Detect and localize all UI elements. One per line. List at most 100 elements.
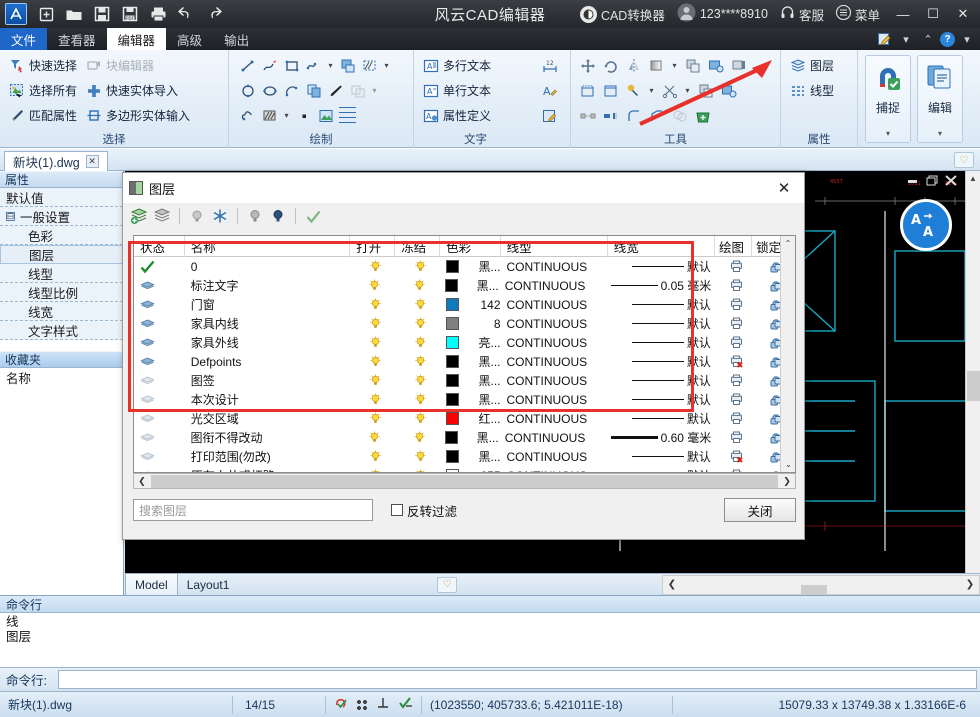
chevron-down-icon[interactable]: ▾ bbox=[896, 30, 916, 48]
search-layer-input[interactable]: 搜索图层 bbox=[133, 499, 373, 521]
cell-plot[interactable] bbox=[715, 333, 752, 352]
cell-linetype[interactable]: CONTINUOUS bbox=[501, 466, 608, 473]
cell-state[interactable] bbox=[134, 390, 185, 409]
account-button[interactable]: 123****8910 bbox=[673, 3, 772, 25]
save-icon[interactable] bbox=[89, 2, 115, 26]
cell-color[interactable]: 黑... bbox=[440, 352, 501, 371]
cell-state[interactable] bbox=[134, 409, 185, 428]
cell-on[interactable] bbox=[350, 390, 395, 409]
cell-state[interactable] bbox=[134, 428, 185, 447]
prop-item-lineweight[interactable]: 线宽 bbox=[0, 302, 123, 321]
layers-command[interactable]: 图层 bbox=[785, 54, 838, 78]
grid-icon[interactable] bbox=[356, 698, 368, 711]
command-input[interactable] bbox=[58, 670, 977, 689]
cell-linetype[interactable]: CONTINUOUS bbox=[501, 295, 608, 314]
cell-color[interactable]: 黑... bbox=[440, 257, 501, 276]
copy-icon[interactable] bbox=[684, 57, 701, 74]
table-row[interactable]: 本次设计 黑... CONTINUOUS 默认 bbox=[134, 390, 795, 409]
canvas-restore-icon[interactable] bbox=[925, 174, 939, 186]
cad-converter-button[interactable]: CAD转换器 bbox=[576, 5, 669, 24]
open-folder-icon[interactable] bbox=[61, 2, 87, 26]
linetype-command[interactable]: 线型 bbox=[785, 79, 838, 103]
point-icon[interactable] bbox=[327, 82, 344, 99]
cell-plot[interactable] bbox=[715, 352, 752, 371]
cell-state[interactable] bbox=[134, 295, 185, 314]
cell-state[interactable] bbox=[134, 276, 185, 295]
cell-linetype[interactable]: CONTINUOUS bbox=[501, 352, 608, 371]
align-icon[interactable] bbox=[730, 57, 747, 74]
cell-color[interactable]: 红... bbox=[440, 409, 501, 428]
gradient-icon[interactable] bbox=[648, 57, 665, 74]
ortho-icon[interactable] bbox=[376, 696, 390, 713]
layer-dialog-close-button[interactable]: ✕ bbox=[770, 177, 798, 199]
hatch-icon[interactable] bbox=[261, 107, 278, 124]
layout-favorite-icon[interactable]: ♡ bbox=[437, 576, 458, 593]
col-header-freeze[interactable]: 冻结 bbox=[395, 236, 441, 257]
rectangle-icon[interactable] bbox=[283, 57, 300, 74]
quick-entity-import-command[interactable]: 快速实体导入 bbox=[81, 79, 182, 103]
move-icon[interactable] bbox=[579, 57, 596, 74]
layer-table-vscrollbar[interactable]: ⌃ ⌄ bbox=[780, 236, 795, 472]
col-header-linetype[interactable]: 线型 bbox=[501, 236, 608, 257]
hatch-region-icon[interactable] bbox=[361, 57, 378, 74]
cell-freeze[interactable] bbox=[395, 390, 440, 409]
chamfer-icon[interactable] bbox=[625, 107, 642, 124]
cell-freeze[interactable] bbox=[395, 466, 440, 472]
cell-lineweight[interactable]: 默认 bbox=[608, 333, 715, 352]
cell-state[interactable] bbox=[134, 333, 185, 352]
cell-lineweight[interactable]: 默认 bbox=[608, 390, 715, 409]
chevron-down-icon[interactable]: ▾ bbox=[938, 129, 942, 138]
cell-on[interactable] bbox=[349, 428, 394, 447]
canvas-close-icon[interactable] bbox=[944, 174, 958, 186]
select-all-command[interactable]: 选择所有 bbox=[4, 79, 81, 103]
cell-on[interactable] bbox=[350, 371, 395, 390]
cell-freeze[interactable] bbox=[395, 409, 440, 428]
chevron-down-icon[interactable]: ▾ bbox=[371, 82, 378, 99]
cell-lineweight[interactable]: 0.05 毫米 bbox=[605, 276, 715, 295]
cell-name[interactable]: 打印范围(勿改) bbox=[185, 447, 351, 466]
menu-button[interactable]: 菜单 bbox=[832, 4, 884, 24]
cell-color[interactable]: 亮... bbox=[440, 333, 501, 352]
otrack-icon[interactable] bbox=[398, 696, 413, 713]
scroll-left-icon[interactable]: ❮ bbox=[134, 476, 150, 487]
cell-on[interactable] bbox=[350, 295, 395, 314]
table-row[interactable]: 家具外线 亮... CONTINUOUS 默认 bbox=[134, 333, 795, 352]
tab-layout1[interactable]: Layout1 bbox=[178, 574, 239, 596]
cell-state[interactable] bbox=[134, 257, 185, 276]
cell-freeze[interactable] bbox=[395, 257, 440, 276]
cell-plot[interactable] bbox=[715, 428, 752, 447]
cell-lineweight[interactable]: 默认 bbox=[608, 295, 715, 314]
cell-on[interactable] bbox=[349, 276, 394, 295]
snap-button[interactable]: 捕捉 ▾ bbox=[865, 55, 911, 143]
cell-lineweight[interactable]: 默认 bbox=[608, 409, 715, 428]
layer-table-hscrollbar[interactable]: ❮ ❯ bbox=[133, 473, 796, 489]
scale-icon[interactable] bbox=[720, 82, 737, 99]
stretch-icon[interactable] bbox=[579, 107, 596, 124]
cell-name[interactable]: 原有人井或杆路 bbox=[185, 466, 351, 472]
edit-button[interactable]: 编辑 ▾ bbox=[917, 55, 963, 143]
copy-object-icon[interactable] bbox=[305, 82, 322, 99]
chevron-down-icon[interactable]: ▾ bbox=[383, 57, 390, 74]
canvas-horizontal-scrollbar[interactable]: ❮ ❯ bbox=[661, 574, 980, 603]
mirror-icon[interactable] bbox=[625, 57, 642, 74]
close-icon[interactable]: ✕ bbox=[85, 155, 99, 168]
singleline-text-command[interactable]: A 单行文本 bbox=[418, 79, 495, 103]
cell-freeze[interactable] bbox=[395, 295, 440, 314]
cell-name[interactable]: 家具外线 bbox=[185, 333, 351, 352]
cell-freeze[interactable] bbox=[395, 314, 440, 333]
osnap-icon[interactable] bbox=[334, 696, 348, 713]
match-properties-command[interactable]: 匹配属性 bbox=[4, 104, 81, 128]
cell-name[interactable]: 门窗 bbox=[185, 295, 351, 314]
attribute-define-command[interactable]: A 属性定义 bbox=[418, 104, 495, 128]
general-settings-group[interactable]: ⊟ 一般设置 bbox=[0, 207, 123, 226]
invert-filter-checkbox[interactable]: 反转过滤 bbox=[391, 501, 457, 520]
cell-plot[interactable] bbox=[715, 257, 752, 276]
array-icon[interactable] bbox=[697, 82, 714, 99]
cell-lineweight[interactable]: 默认 bbox=[608, 466, 715, 472]
cell-on[interactable] bbox=[350, 352, 395, 371]
union-icon[interactable] bbox=[671, 107, 688, 124]
cell-state[interactable] bbox=[134, 466, 185, 472]
col-header-lineweight[interactable]: 线宽 bbox=[608, 236, 716, 257]
quick-select-command[interactable]: 快速选择 bbox=[4, 54, 81, 78]
font-tool-badge-icon[interactable]: AA bbox=[900, 199, 952, 251]
